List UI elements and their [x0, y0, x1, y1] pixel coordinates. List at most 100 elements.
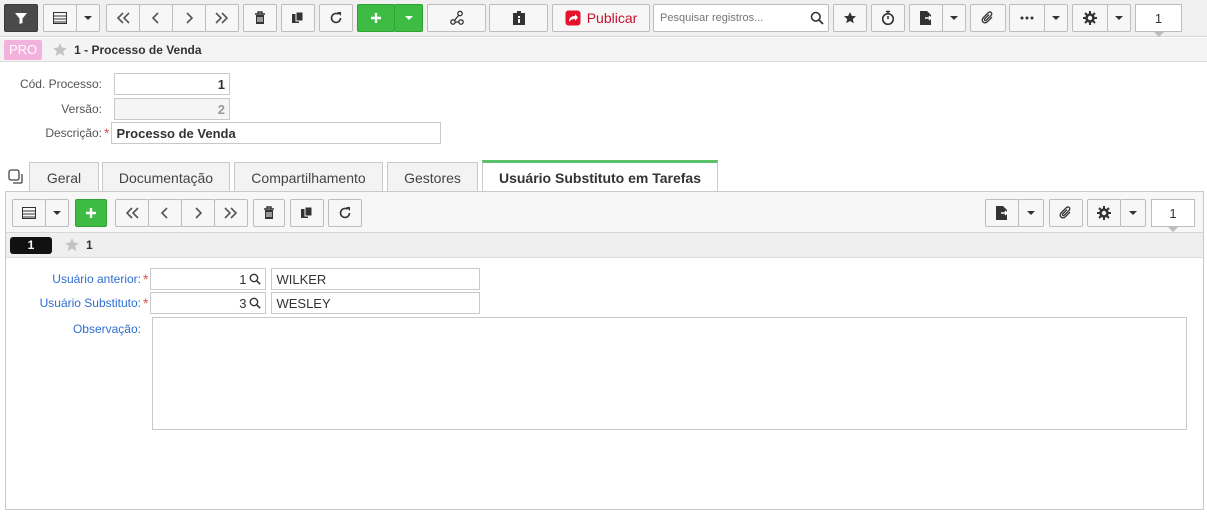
- usuario-anterior-code: 1: [239, 271, 247, 287]
- breadcrumb: PRO 1 - Processo de Venda: [0, 38, 1207, 62]
- usuario-anterior-code-field[interactable]: 1: [150, 268, 267, 290]
- attachment-button[interactable]: [970, 4, 1006, 32]
- stopwatch-icon: [881, 10, 895, 26]
- detail-delete-button[interactable]: [253, 199, 285, 227]
- detail-settings-dropdown[interactable]: [1120, 199, 1146, 227]
- descricao-label: Descrição:: [45, 126, 102, 140]
- detail-toolbar: 1: [6, 192, 1203, 233]
- usuario-substituto-code: 3: [239, 295, 247, 311]
- publish-button[interactable]: Publicar: [552, 4, 650, 32]
- file-export-icon: [996, 206, 1008, 220]
- double-chevron-left-icon: [125, 207, 139, 219]
- star-icon[interactable]: [52, 42, 68, 58]
- gear-icon: [1083, 11, 1097, 25]
- tab-geral[interactable]: Geral: [29, 162, 99, 192]
- record-title: 1: [86, 238, 93, 252]
- chevron-down-icon: [1027, 211, 1035, 215]
- usuario-anterior-row: Usuário anterior: * 1 WILKER: [6, 268, 481, 290]
- descricao-row: Descrição: * Processo de Venda: [0, 122, 442, 144]
- double-chevron-left-icon: [116, 12, 130, 24]
- chevron-down-icon: [1052, 16, 1060, 20]
- detail-first-button[interactable]: [115, 199, 149, 227]
- first-record-button[interactable]: [106, 4, 140, 32]
- flow-button[interactable]: [427, 4, 486, 32]
- detail-attachment-button[interactable]: [1049, 199, 1083, 227]
- add-dropdown[interactable]: [394, 4, 423, 32]
- usuario-substituto-code-field[interactable]: 3: [150, 292, 267, 314]
- delete-button[interactable]: [243, 4, 277, 32]
- chevron-down-icon: [1115, 16, 1123, 20]
- duplicate-icon[interactable]: [8, 169, 24, 185]
- observacao-textarea[interactable]: [152, 317, 1187, 430]
- search-input[interactable]: [654, 5, 804, 31]
- chevron-down-icon: [404, 16, 413, 20]
- chevron-down-icon: [950, 16, 958, 20]
- detail-export-dropdown[interactable]: [1018, 199, 1044, 227]
- filter-icon: [15, 13, 27, 24]
- star-icon[interactable]: [64, 237, 80, 253]
- main-toolbar: Publicar 1: [0, 0, 1207, 37]
- chevron-down-icon: [53, 211, 61, 215]
- filter-button[interactable]: [4, 4, 38, 32]
- chevron-right-icon: [186, 12, 194, 24]
- tab-documentacao[interactable]: Documentação: [102, 162, 230, 192]
- detail-view-mode-button[interactable]: [12, 199, 46, 227]
- usuario-substituto-label: Usuário Substituto:: [39, 296, 141, 310]
- settings-dropdown[interactable]: [1107, 4, 1131, 32]
- usuario-substituto-name-field: WESLEY: [271, 292, 481, 314]
- refresh-icon: [339, 207, 351, 219]
- table-icon: [53, 12, 67, 24]
- favorite-button[interactable]: [833, 4, 867, 32]
- detail-previous-button[interactable]: [148, 199, 182, 227]
- more-button[interactable]: [1009, 4, 1045, 32]
- timer-button[interactable]: [871, 4, 905, 32]
- copy-icon: [292, 11, 304, 23]
- tab-usuario-substituto[interactable]: Usuário Substituto em Tarefas: [482, 160, 718, 192]
- detail-add-button[interactable]: [75, 199, 107, 227]
- search-icon[interactable]: [249, 273, 262, 285]
- view-mode-button[interactable]: [43, 4, 77, 32]
- codigo-field[interactable]: 1: [114, 73, 230, 95]
- trash-icon: [255, 11, 265, 24]
- chevron-left-icon: [151, 12, 159, 24]
- search-box: [653, 4, 829, 32]
- detail-page-number[interactable]: 1: [1151, 199, 1195, 232]
- search-icon[interactable]: [810, 11, 824, 25]
- settings-button[interactable]: [1072, 4, 1108, 32]
- descricao-field[interactable]: Processo de Venda: [111, 122, 442, 144]
- trash-icon: [264, 206, 274, 219]
- versao-row: Versão: 2: [0, 98, 230, 120]
- paperclip-icon: [1059, 206, 1071, 219]
- detail-next-button[interactable]: [181, 199, 215, 227]
- tab-compartilhamento[interactable]: Compartilhamento: [234, 162, 383, 192]
- last-record-button[interactable]: [205, 4, 239, 32]
- required-marker: *: [143, 271, 149, 287]
- view-mode-dropdown[interactable]: [76, 4, 100, 32]
- versao-label: Versão:: [61, 102, 102, 116]
- export-dropdown[interactable]: [942, 4, 966, 32]
- tab-gestores[interactable]: Gestores: [387, 162, 478, 192]
- detail-refresh-button[interactable]: [328, 199, 362, 227]
- ellipsis-icon: [1020, 16, 1034, 20]
- copy-icon: [301, 206, 313, 218]
- gear-icon: [1097, 206, 1111, 220]
- more-dropdown[interactable]: [1044, 4, 1068, 32]
- detail-export-button[interactable]: [985, 199, 1019, 227]
- detail-copy-button[interactable]: [290, 199, 324, 227]
- copy-button[interactable]: [281, 4, 315, 32]
- export-button[interactable]: [909, 4, 943, 32]
- detail-view-dropdown[interactable]: [45, 199, 69, 227]
- star-icon: [844, 12, 856, 24]
- previous-record-button[interactable]: [139, 4, 173, 32]
- detail-breadcrumb: 1 1: [6, 233, 1203, 258]
- search-icon[interactable]: [249, 297, 262, 309]
- refresh-button[interactable]: [319, 4, 353, 32]
- usuario-anterior-name-field: WILKER: [271, 268, 481, 290]
- detail-last-button[interactable]: [214, 199, 248, 227]
- detail-settings-button[interactable]: [1087, 199, 1121, 227]
- add-button[interactable]: [357, 4, 395, 32]
- chevron-down-icon: [1129, 211, 1137, 215]
- info-button[interactable]: [489, 4, 548, 32]
- page-number[interactable]: 1: [1135, 4, 1182, 37]
- next-record-button[interactable]: [172, 4, 206, 32]
